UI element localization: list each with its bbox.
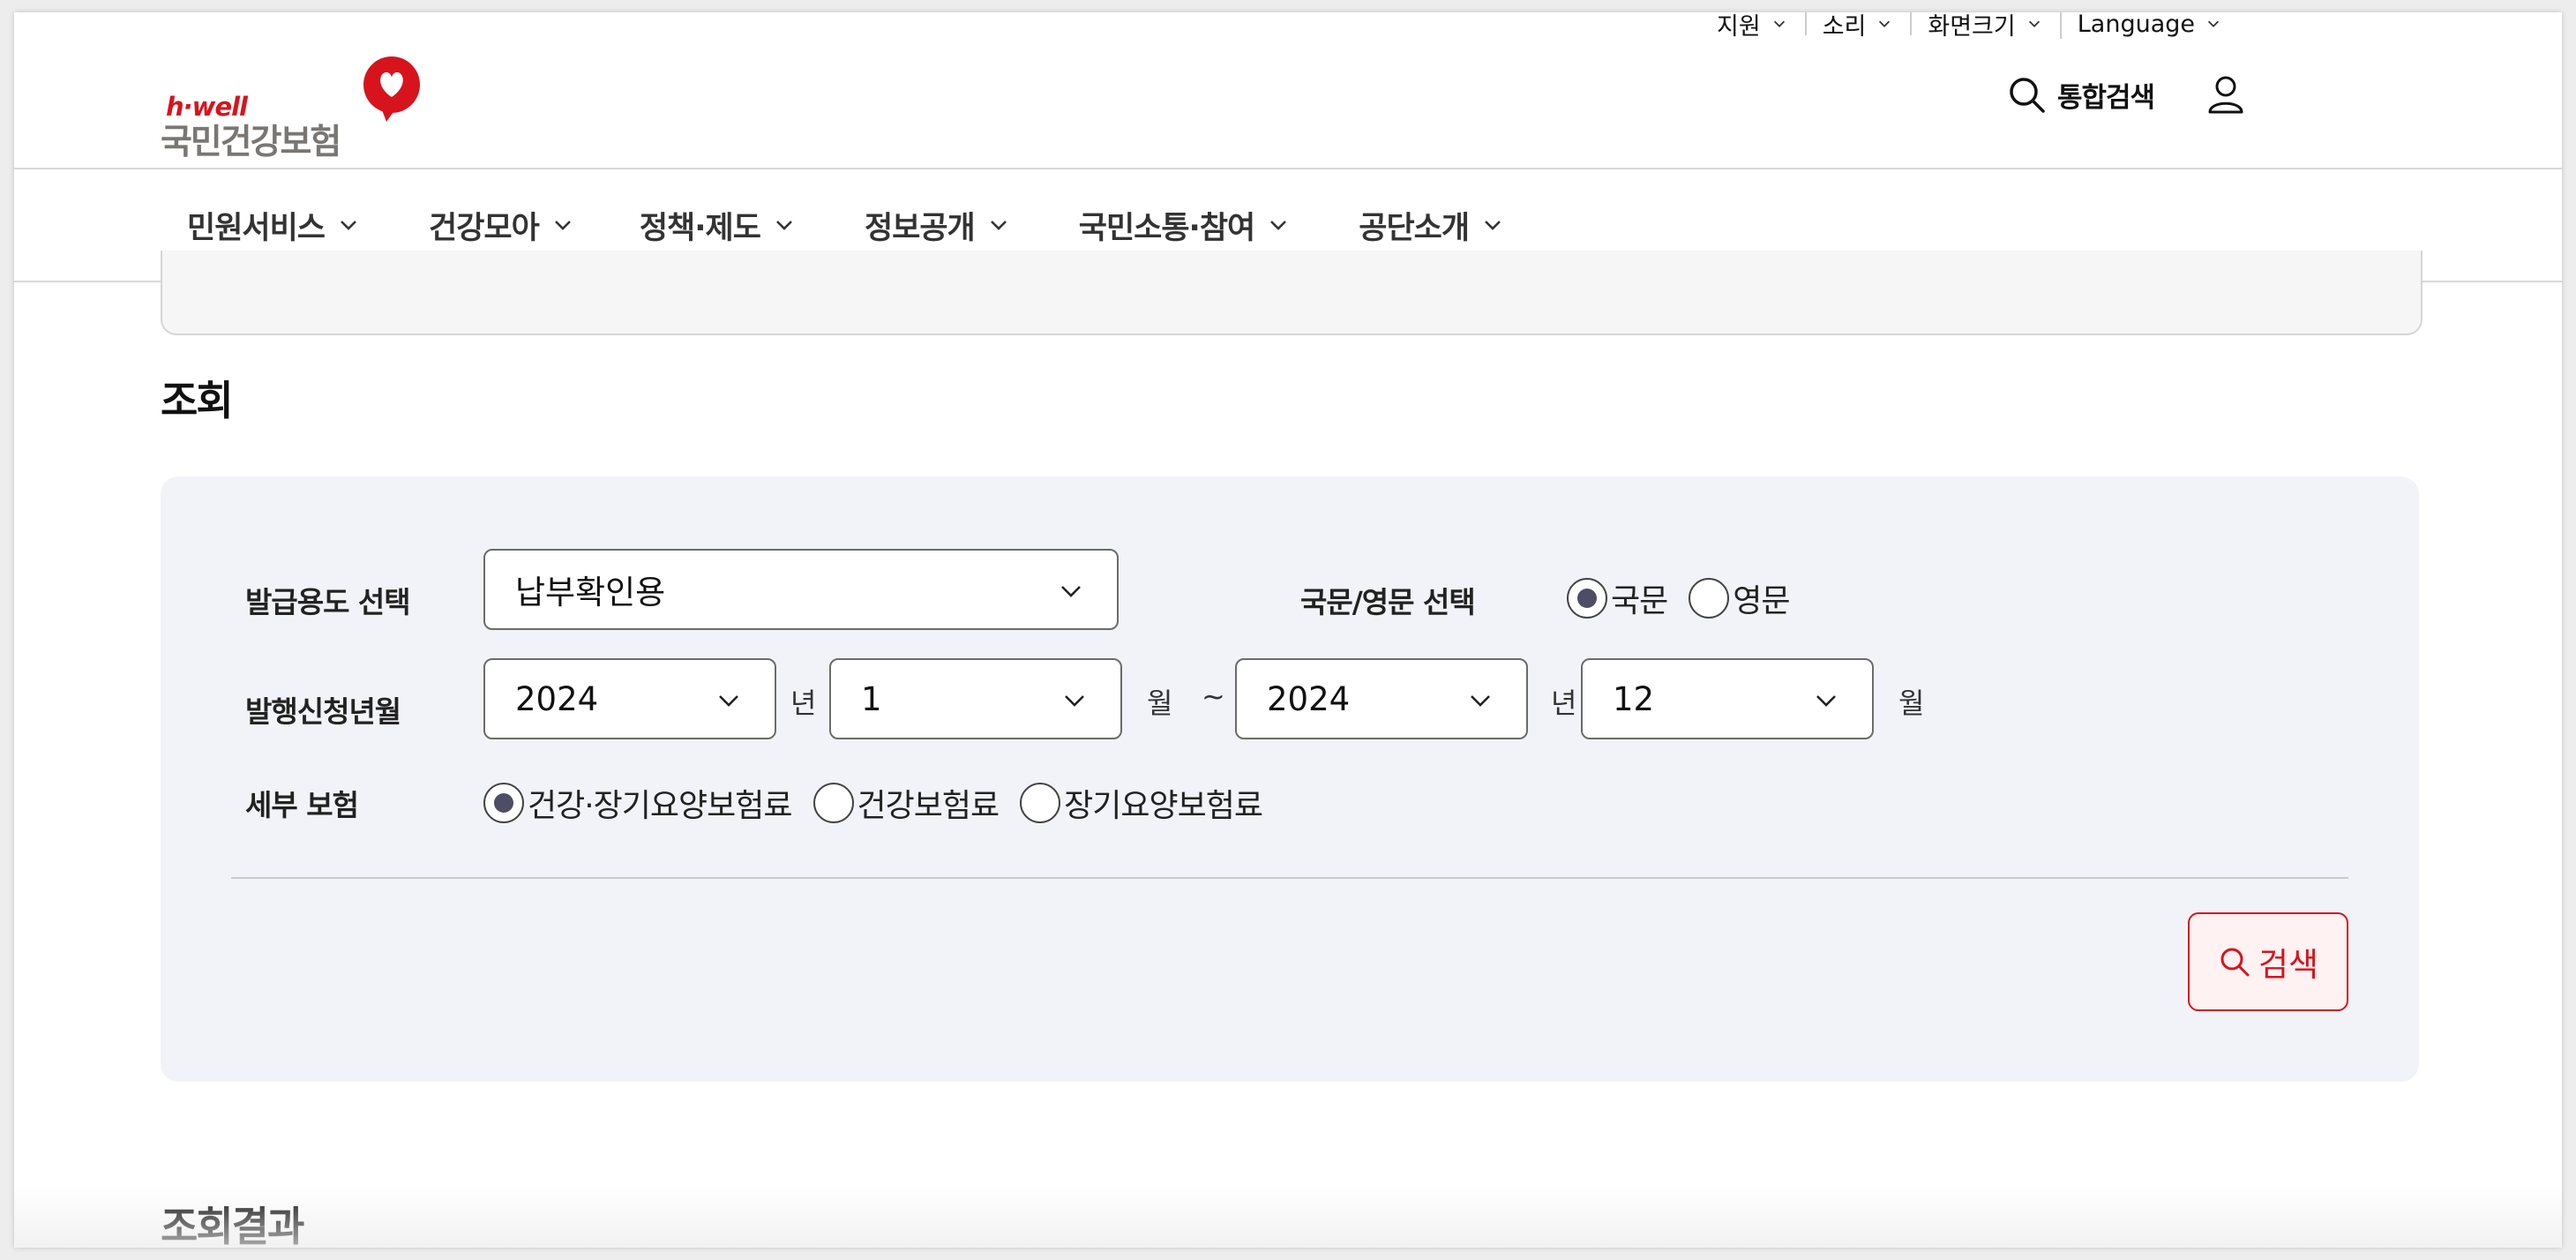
utility-support[interactable]: 지원: [1699, 12, 1805, 41]
notice-box: [161, 251, 2422, 335]
integrated-search-link[interactable]: 통합검색: [2057, 75, 2155, 115]
gnb-item-participation[interactable]: 국민소통·참여: [1079, 203, 1291, 248]
chevron-down-icon: [719, 695, 738, 707]
chevron-down-icon: [1773, 20, 1785, 27]
from-year-select[interactable]: 2024: [483, 658, 776, 739]
insurance-label: 세부 보험: [245, 788, 359, 822]
gnb-item-health-moa[interactable]: 건강모아: [429, 203, 574, 248]
period-label: 발행신청년월: [245, 694, 401, 729]
search-form-panel: 발급용도 선택 납부확인용 국문/영문 선택 국문 영문 발행신청년월 2024…: [161, 476, 2419, 1082]
logo-korean-text: 국민건강보험: [161, 123, 341, 162]
utility-language[interactable]: Language: [2059, 12, 2239, 39]
search-icon[interactable]: [2006, 74, 2047, 115]
chevron-down-icon: [1485, 221, 1501, 230]
utility-language-label: Language: [2077, 12, 2195, 38]
site-logo[interactable]: h·well 국민건강보험: [161, 55, 425, 162]
radio-english[interactable]: [1689, 578, 1730, 619]
purpose-select[interactable]: 납부확인용: [483, 549, 1119, 630]
chevron-down-icon: [2207, 20, 2220, 27]
radio-korean[interactable]: [1567, 578, 1607, 619]
result-section-title: 조회결과: [161, 1203, 304, 1248]
language-label: 국문/영문 선택: [1300, 585, 1476, 619]
radio-korean-label[interactable]: 국문: [1611, 575, 1668, 621]
radio-health-longterm[interactable]: [483, 783, 524, 823]
utility-screen-size[interactable]: 화면크기: [1910, 12, 2059, 41]
radio-longterm-label[interactable]: 장기요양보험료: [1064, 780, 1263, 826]
gnb-item-label: 공단소개: [1359, 210, 1470, 246]
to-month-value: 12: [1613, 679, 1655, 718]
chevron-down-icon: [1061, 586, 1081, 597]
radio-longterm[interactable]: [1020, 783, 1061, 823]
month-unit: 월: [1147, 686, 1173, 720]
chevron-down-icon: [1065, 695, 1084, 707]
utility-support-label: 지원: [1717, 12, 1761, 41]
to-year-value: 2024: [1267, 679, 1351, 718]
year-unit: 년: [1551, 686, 1577, 720]
from-month-value: 1: [861, 679, 882, 718]
utility-nav: 지원 소리 화면크기 Language: [1699, 12, 2239, 41]
insurance-radio-group: 건강·장기요양보험료 건강보험료 장기요양보험료: [483, 780, 1284, 826]
search-icon: [2220, 948, 2250, 977]
search-section-title: 조회: [161, 377, 234, 424]
user-icon[interactable]: [2205, 74, 2246, 115]
search-button[interactable]: 검색: [2188, 912, 2348, 1011]
search-button-label: 검색: [2258, 946, 2319, 984]
radio-english-label[interactable]: 영문: [1733, 575, 1790, 621]
chevron-down-icon: [1879, 20, 1891, 27]
gnb-item-label: 국민소통·참여: [1078, 210, 1255, 246]
chevron-down-icon: [1270, 221, 1287, 230]
from-month-select[interactable]: 1: [829, 658, 1122, 739]
radio-health-longterm-label[interactable]: 건강·장기요양보험료: [528, 780, 793, 826]
utility-sound[interactable]: 소리: [1804, 12, 1911, 41]
radio-health[interactable]: [812, 783, 854, 823]
year-unit: 년: [790, 686, 817, 720]
utility-screen-size-label: 화면크기: [1928, 12, 2016, 41]
to-month-select[interactable]: 12: [1581, 658, 1874, 739]
gnb-item-label: 정보공개: [864, 210, 976, 246]
chevron-down-icon: [2028, 20, 2040, 27]
chevron-down-icon: [554, 221, 571, 230]
browser-viewport: 지원 소리 화면크기 Language h·well 국민건강보험 통합검색 민…: [14, 12, 2562, 1248]
gnb-item-label: 민원서비스: [187, 210, 326, 246]
to-year-select[interactable]: 2024: [1235, 658, 1528, 739]
chevron-down-icon: [776, 221, 792, 230]
from-year-value: 2024: [515, 679, 599, 718]
gnb-item-info-disclosure[interactable]: 정보공개: [865, 203, 1010, 248]
range-separator: ~: [1202, 679, 1225, 713]
heart-bubble-icon: [363, 56, 420, 122]
gnb-item-about[interactable]: 공단소개: [1359, 203, 1504, 248]
chevron-down-icon: [341, 221, 356, 230]
utility-sound-label: 소리: [1822, 12, 1867, 41]
chevron-down-icon: [1471, 695, 1490, 707]
bottom-fade: [14, 1186, 2562, 1248]
chevron-down-icon: [990, 221, 1007, 230]
header-actions: 통합검색: [2006, 74, 2246, 115]
gnb-item-label: 건강모아: [429, 210, 540, 246]
month-unit: 월: [1898, 686, 1925, 720]
gnb-item-label: 정책·제도: [639, 210, 761, 246]
purpose-label: 발급용도 선택: [245, 585, 411, 619]
gnb-item-policy[interactable]: 정책·제도: [640, 203, 796, 248]
radio-health-label[interactable]: 건강보험료: [857, 780, 1000, 826]
chevron-down-icon: [1816, 695, 1836, 707]
purpose-select-value: 납부확인용: [515, 574, 666, 611]
form-divider: [231, 877, 2348, 879]
language-radio-group: 국문 영문: [1567, 575, 1811, 621]
gnb-item-civil-service[interactable]: 민원서비스: [187, 203, 360, 248]
